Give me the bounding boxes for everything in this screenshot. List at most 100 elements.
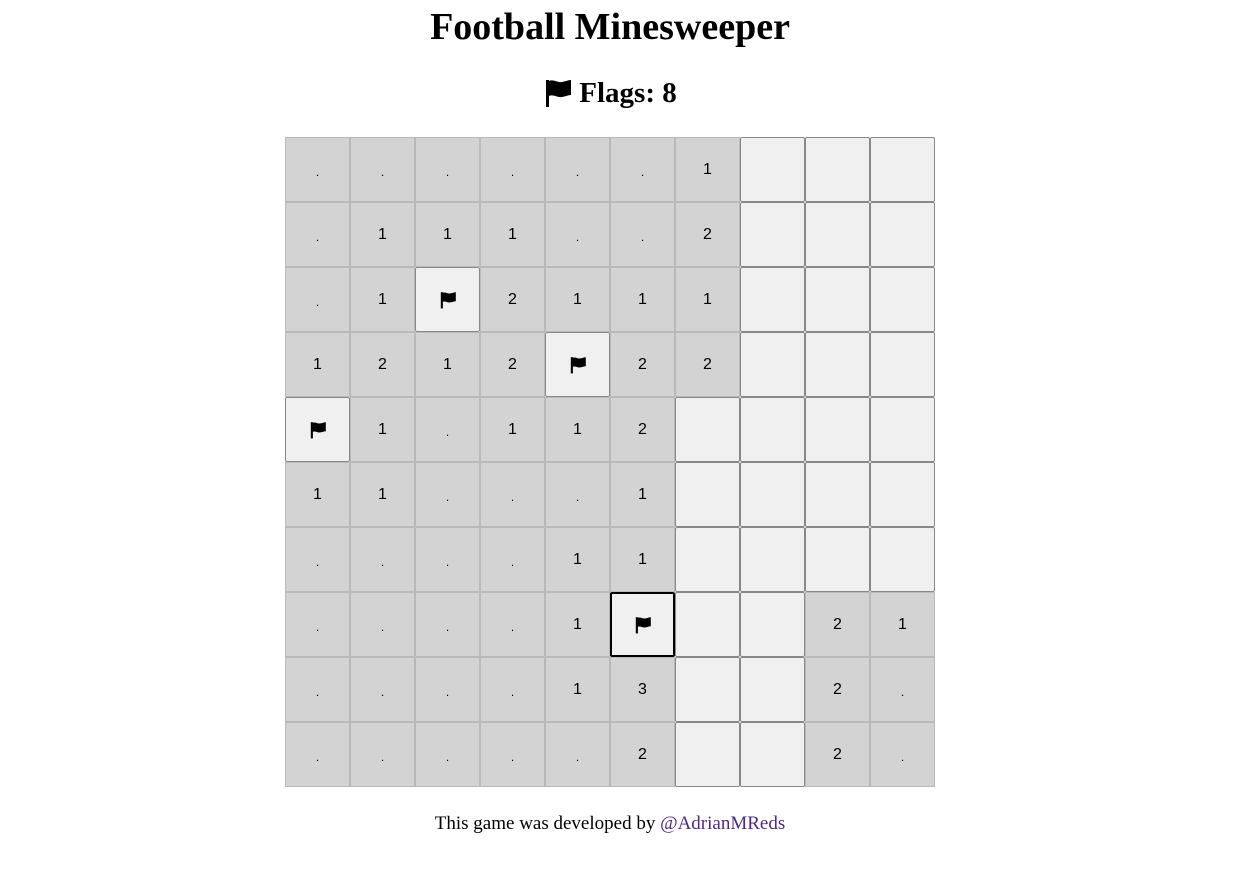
board-cell-unrevealed[interactable]	[870, 267, 935, 332]
board-cell-revealed[interactable]: 1	[545, 397, 610, 462]
board-cell-revealed[interactable]: .	[350, 722, 415, 787]
board-cell-revealed[interactable]: 2	[610, 397, 675, 462]
board-cell-unrevealed[interactable]	[805, 202, 870, 267]
board-cell-revealed[interactable]: 1	[350, 202, 415, 267]
board-cell-revealed[interactable]: 2	[480, 332, 545, 397]
board-cell-unrevealed[interactable]	[740, 657, 805, 722]
board-cell-revealed[interactable]: .	[480, 527, 545, 592]
board-cell-flagged[interactable]	[545, 332, 610, 397]
board-cell-revealed[interactable]: 2	[675, 332, 740, 397]
board-cell-unrevealed[interactable]	[740, 527, 805, 592]
board-cell-revealed[interactable]: .	[285, 722, 350, 787]
board-cell-revealed[interactable]: 1	[350, 462, 415, 527]
board-cell-revealed[interactable]: 2	[480, 267, 545, 332]
board-cell-unrevealed[interactable]	[805, 137, 870, 202]
board-cell-revealed[interactable]: 3	[610, 657, 675, 722]
board-cell-revealed[interactable]: .	[480, 722, 545, 787]
board-cell-revealed[interactable]: .	[285, 137, 350, 202]
board-cell-unrevealed[interactable]	[870, 462, 935, 527]
board-cell-unrevealed[interactable]	[805, 397, 870, 462]
board-cell-revealed[interactable]: 1	[285, 462, 350, 527]
board-cell-revealed[interactable]: 1	[675, 137, 740, 202]
board-cell-unrevealed[interactable]	[675, 657, 740, 722]
board-cell-revealed[interactable]: 1	[610, 267, 675, 332]
board-cell-revealed[interactable]: 2	[805, 657, 870, 722]
board-cell-flagged[interactable]	[610, 592, 675, 657]
board-cell-revealed[interactable]: 2	[805, 722, 870, 787]
board-cell-revealed[interactable]: .	[415, 657, 480, 722]
board-cell-unrevealed[interactable]	[740, 267, 805, 332]
board-cell-revealed[interactable]: .	[350, 527, 415, 592]
board-cell-revealed[interactable]: .	[610, 137, 675, 202]
board-cell-revealed[interactable]: .	[545, 462, 610, 527]
board-cell-unrevealed[interactable]	[805, 462, 870, 527]
board-cell-flagged[interactable]	[415, 267, 480, 332]
board-cell-revealed[interactable]: 1	[350, 397, 415, 462]
board-cell-unrevealed[interactable]	[740, 397, 805, 462]
board-cell-unrevealed[interactable]	[740, 462, 805, 527]
board-cell-revealed[interactable]: .	[285, 202, 350, 267]
board-cell-revealed[interactable]: .	[285, 527, 350, 592]
board-cell-revealed[interactable]: .	[545, 722, 610, 787]
board-cell-revealed[interactable]: 1	[415, 202, 480, 267]
board-cell-unrevealed[interactable]	[805, 267, 870, 332]
board-cell-revealed[interactable]: .	[350, 137, 415, 202]
board-cell-revealed[interactable]: .	[480, 657, 545, 722]
board-cell-revealed[interactable]: .	[480, 462, 545, 527]
board-cell-revealed[interactable]: .	[870, 722, 935, 787]
board-cell-revealed[interactable]: 1	[480, 397, 545, 462]
board-cell-revealed[interactable]: .	[415, 137, 480, 202]
board-cell-unrevealed[interactable]	[675, 722, 740, 787]
board-cell-unrevealed[interactable]	[740, 137, 805, 202]
board-cell-unrevealed[interactable]	[870, 527, 935, 592]
board-cell-unrevealed[interactable]	[675, 397, 740, 462]
board-cell-revealed[interactable]: .	[415, 527, 480, 592]
board-cell-revealed[interactable]: 1	[545, 592, 610, 657]
board-cell-revealed[interactable]: .	[285, 657, 350, 722]
board-cell-revealed[interactable]: .	[350, 592, 415, 657]
board-cell-unrevealed[interactable]	[740, 332, 805, 397]
board-cell-unrevealed[interactable]	[740, 722, 805, 787]
board-cell-unrevealed[interactable]	[870, 397, 935, 462]
board-cell-revealed[interactable]: 1	[610, 527, 675, 592]
board-cell-revealed[interactable]: 1	[545, 657, 610, 722]
board-cell-revealed[interactable]: .	[545, 202, 610, 267]
board-cell-revealed[interactable]: 1	[285, 332, 350, 397]
board-cell-revealed[interactable]: 2	[610, 332, 675, 397]
board-cell-revealed[interactable]: .	[415, 462, 480, 527]
board-cell-revealed[interactable]: .	[610, 202, 675, 267]
board-cell-revealed[interactable]: .	[545, 137, 610, 202]
board-cell-unrevealed[interactable]	[805, 332, 870, 397]
board-cell-revealed[interactable]: .	[480, 137, 545, 202]
board-cell-revealed[interactable]: 1	[870, 592, 935, 657]
board-cell-revealed[interactable]: 1	[415, 332, 480, 397]
board-cell-revealed[interactable]: 1	[480, 202, 545, 267]
board-cell-flagged[interactable]	[285, 397, 350, 462]
board-cell-unrevealed[interactable]	[870, 202, 935, 267]
board-cell-revealed[interactable]: 2	[350, 332, 415, 397]
board-cell-revealed[interactable]: 2	[805, 592, 870, 657]
board-cell-unrevealed[interactable]	[805, 527, 870, 592]
board-cell-revealed[interactable]: .	[480, 592, 545, 657]
board-cell-revealed[interactable]: 1	[545, 527, 610, 592]
board-cell-unrevealed[interactable]	[675, 462, 740, 527]
board-cell-unrevealed[interactable]	[675, 592, 740, 657]
board-cell-revealed[interactable]: .	[285, 267, 350, 332]
board-cell-unrevealed[interactable]	[740, 592, 805, 657]
board-cell-unrevealed[interactable]	[740, 202, 805, 267]
board-cell-revealed[interactable]: .	[415, 592, 480, 657]
board-cell-revealed[interactable]: 1	[545, 267, 610, 332]
board-cell-revealed[interactable]: .	[415, 722, 480, 787]
board-cell-revealed[interactable]: 1	[350, 267, 415, 332]
board-cell-revealed[interactable]: 1	[610, 462, 675, 527]
board-cell-revealed[interactable]: 1	[675, 267, 740, 332]
board-cell-revealed[interactable]: .	[285, 592, 350, 657]
board-cell-revealed[interactable]: 2	[610, 722, 675, 787]
board-cell-revealed[interactable]: 2	[675, 202, 740, 267]
board-cell-revealed[interactable]: .	[870, 657, 935, 722]
board-cell-unrevealed[interactable]	[870, 137, 935, 202]
board-cell-unrevealed[interactable]	[870, 332, 935, 397]
author-link[interactable]: @AdrianMReds	[660, 813, 785, 834]
board-cell-unrevealed[interactable]	[675, 527, 740, 592]
board-cell-revealed[interactable]: .	[415, 397, 480, 462]
